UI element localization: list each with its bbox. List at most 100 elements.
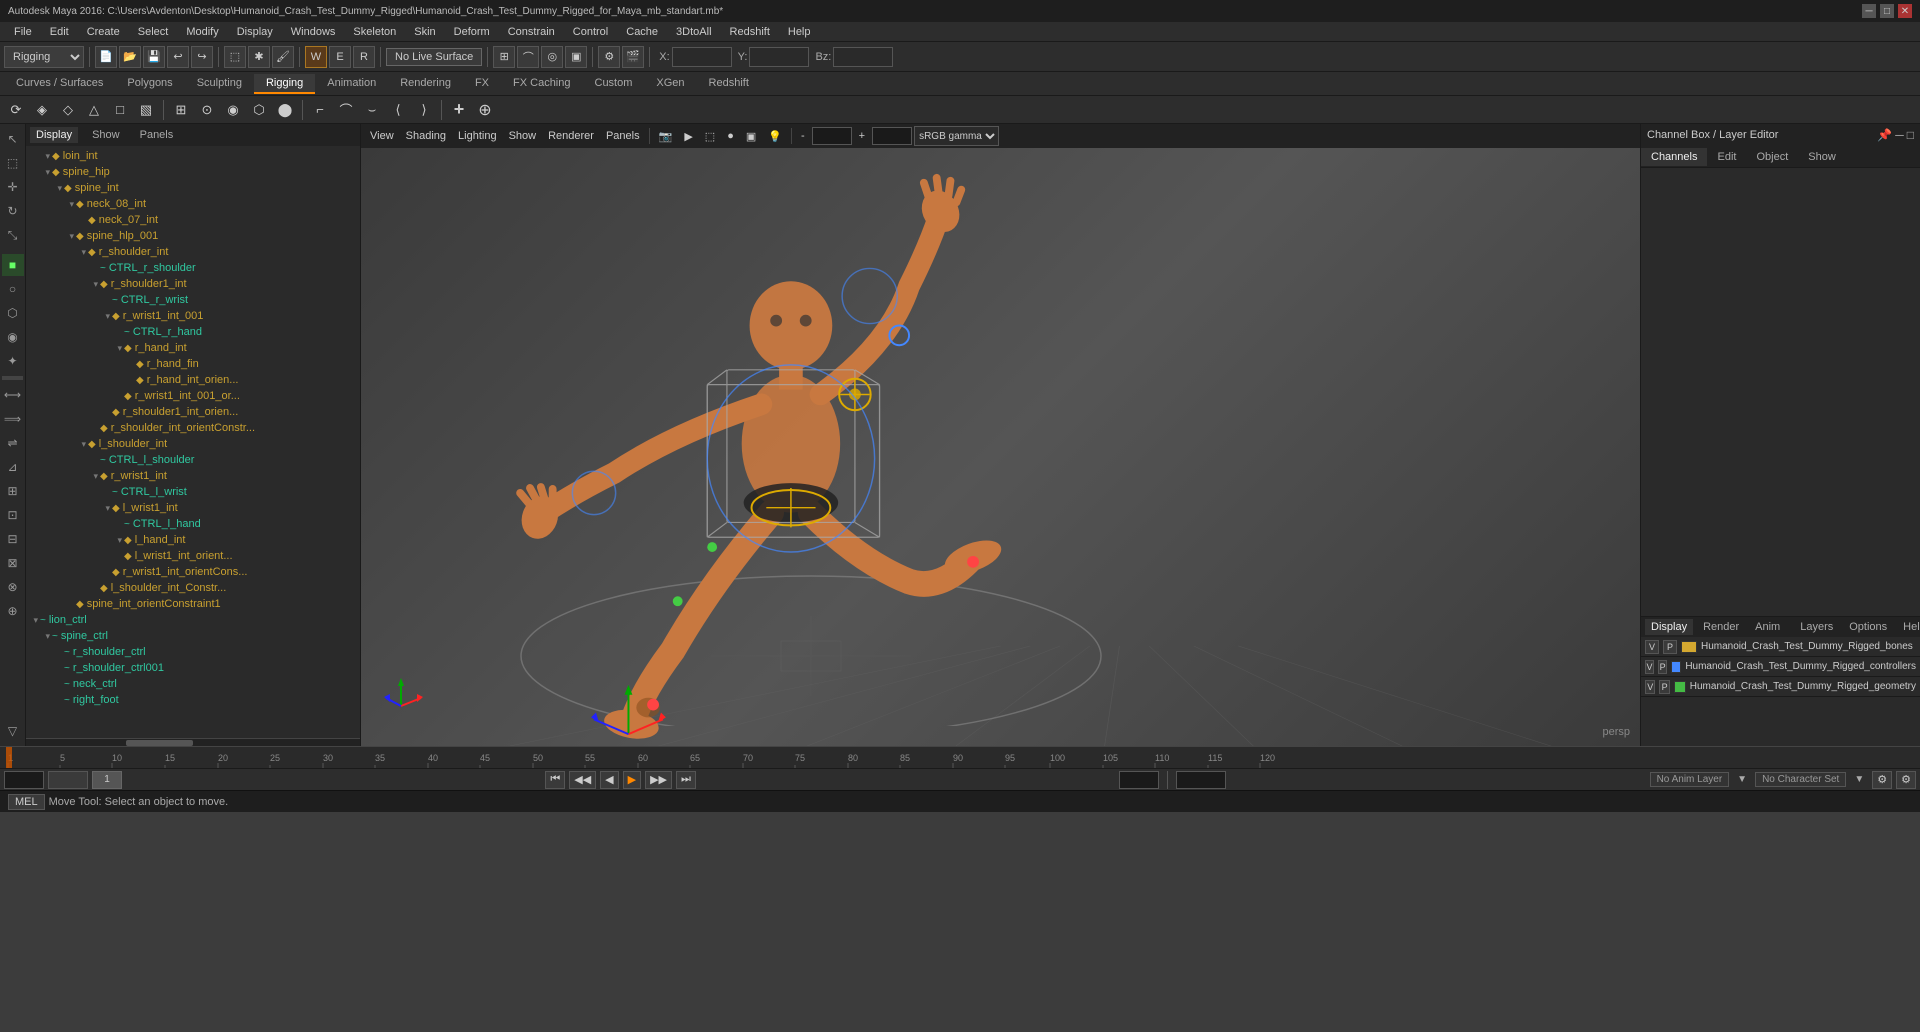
tree-item-30[interactable]: ▾~spine_ctrl xyxy=(26,628,360,644)
select-by-hierarchy-button[interactable]: ⟳ xyxy=(4,99,28,121)
vp-gamma-dropdown[interactable]: sRGB gamma xyxy=(914,126,999,146)
menu-control[interactable]: Control xyxy=(565,24,616,40)
object-tab[interactable]: Object xyxy=(1746,148,1798,166)
char-set-options-button[interactable]: ⚙ xyxy=(1872,771,1892,789)
menu-redshift[interactable]: Redshift xyxy=(722,24,778,40)
tree-item-32[interactable]: ~r_shoulder_ctrl001 xyxy=(26,660,360,676)
menu-file[interactable]: File xyxy=(6,24,40,40)
sidebar-tool-13[interactable]: ⊿ xyxy=(2,456,24,478)
snap-point-button[interactable]: ◎ xyxy=(541,46,563,68)
layer-v-bones[interactable]: V xyxy=(1645,640,1659,654)
tree-item-13[interactable]: ◆r_hand_fin xyxy=(26,356,360,372)
sidebar-tool-5[interactable]: ■ xyxy=(2,254,24,276)
help-option-tab[interactable]: Help xyxy=(1897,619,1920,635)
menu-modify[interactable]: Modify xyxy=(178,24,226,40)
layer-name-controllers[interactable]: Humanoid_Crash_Test_Dummy_Rigged_control… xyxy=(1685,661,1916,672)
layer-v-geometry[interactable]: V xyxy=(1645,680,1655,694)
tab-animation[interactable]: Animation xyxy=(315,74,388,94)
tree-item-18[interactable]: ▾◆l_shoulder_int xyxy=(26,436,360,452)
mode-dropdown[interactable]: Rigging xyxy=(4,46,84,68)
tree-item-23[interactable]: ~CTRL_l_hand xyxy=(26,516,360,532)
sidebar-scale-tool[interactable]: ⤡ xyxy=(2,224,24,246)
step-forward-button[interactable]: ▶▶ xyxy=(645,771,672,789)
tree-item-2[interactable]: ▾◆spine_int xyxy=(26,180,360,196)
options-option-tab[interactable]: Options xyxy=(1843,619,1893,635)
render-button[interactable]: ⚙ xyxy=(598,46,620,68)
channels-tab[interactable]: Channels xyxy=(1641,148,1707,166)
menu-skin[interactable]: Skin xyxy=(406,24,443,40)
play-back-button[interactable]: ◀ xyxy=(600,771,618,789)
menu-edit[interactable]: Edit xyxy=(42,24,77,40)
new-scene-button[interactable]: 📄 xyxy=(95,46,117,68)
extra-tool[interactable]: ⊕ xyxy=(473,99,497,121)
menu-3dtoall[interactable]: 3DtoAll xyxy=(668,24,719,40)
sidebar-tool-bottom[interactable]: ▽ xyxy=(2,720,24,742)
select-by-component-button[interactable]: ◈ xyxy=(30,99,54,121)
tab-sculpting[interactable]: Sculpting xyxy=(185,74,254,94)
tab-polygons[interactable]: Polygons xyxy=(115,74,184,94)
rotate-tool-button[interactable]: E xyxy=(329,46,351,68)
curve-tool-4[interactable]: ⟨ xyxy=(386,99,410,121)
no-live-surface-button[interactable]: No Live Surface xyxy=(386,48,482,66)
range-end-input[interactable] xyxy=(1176,771,1226,789)
tree-item-14[interactable]: ◆r_hand_int_orien... xyxy=(26,372,360,388)
show-tab[interactable]: Show xyxy=(1798,148,1846,166)
snap-surface-button[interactable]: ▣ xyxy=(565,46,587,68)
tree-item-11[interactable]: ~CTRL_r_hand xyxy=(26,324,360,340)
lasso-tool-button[interactable]: ✱ xyxy=(248,46,270,68)
end-frame-input[interactable]: 120 xyxy=(1119,771,1159,789)
vp-lighting-menu[interactable]: Lighting xyxy=(453,126,502,146)
sidebar-tool-15[interactable]: ⊡ xyxy=(2,504,24,526)
redo-button[interactable]: ↪ xyxy=(191,46,213,68)
tree-item-0[interactable]: ▾◆loin_int xyxy=(26,148,360,164)
minimize-button[interactable]: ─ xyxy=(1862,4,1876,18)
tree-item-12[interactable]: ▾◆r_hand_int xyxy=(26,340,360,356)
show-tab[interactable]: Show xyxy=(86,127,126,143)
tree-item-34[interactable]: ~right_foot xyxy=(26,692,360,708)
anim-layer-dropdown[interactable]: No Anim Layer xyxy=(1650,772,1730,787)
tab-rigging[interactable]: Rigging xyxy=(254,74,315,94)
viewport-canvas[interactable]: persp xyxy=(361,148,1640,746)
language-selector[interactable]: MEL xyxy=(8,794,45,810)
tree-item-29[interactable]: ▾~lion_ctrl xyxy=(26,612,360,628)
sidebar-tool-11[interactable]: ⟹ xyxy=(2,408,24,430)
snap-grid-button[interactable]: ⊞ xyxy=(493,46,515,68)
panels-tab[interactable]: Panels xyxy=(134,127,180,143)
menu-help[interactable]: Help xyxy=(780,24,819,40)
vp-exposure-plus[interactable]: + xyxy=(854,126,870,146)
display-options-button[interactable]: ⊙ xyxy=(195,99,219,121)
tree-item-21[interactable]: ~CTRL_l_wrist xyxy=(26,484,360,500)
vp-icon-light[interactable]: 💡 xyxy=(763,126,787,146)
vp-icon-smooth[interactable]: ● xyxy=(722,126,739,146)
tab-xgen[interactable]: XGen xyxy=(644,74,696,94)
play-forward-button[interactable]: ▶ xyxy=(623,771,641,789)
channel-box-minimize-button[interactable]: ─ xyxy=(1895,128,1904,142)
curve-tool-1[interactable]: ⌐ xyxy=(308,99,332,121)
tree-item-17[interactable]: ◆r_shoulder_int_orientConstr... xyxy=(26,420,360,436)
start-frame-input[interactable]: 1 xyxy=(4,771,44,789)
layer-p-bones[interactable]: P xyxy=(1663,640,1677,654)
paint-select-button[interactable]: 🖌 xyxy=(272,46,294,68)
curve-tool-2[interactable]: ⌒ xyxy=(334,99,358,121)
vp-panels-menu[interactable]: Panels xyxy=(601,126,645,146)
vp-gamma-value[interactable]: 1.00 xyxy=(872,127,912,145)
vp-icon-playback[interactable]: ▶ xyxy=(679,126,697,146)
sidebar-arrow-tool[interactable]: ↖ xyxy=(2,128,24,150)
sidebar-tool-6[interactable]: ○ xyxy=(2,278,24,300)
render-layers-tab[interactable]: Render xyxy=(1697,619,1745,635)
edit-tab[interactable]: Edit xyxy=(1707,148,1746,166)
menu-create[interactable]: Create xyxy=(79,24,128,40)
tab-rendering[interactable]: Rendering xyxy=(388,74,463,94)
sidebar-tool-16[interactable]: ⊟ xyxy=(2,528,24,550)
vp-icon-wireframe[interactable]: ⬚ xyxy=(700,126,720,146)
save-button[interactable]: 💾 xyxy=(143,46,165,68)
vp-show-menu[interactable]: Show xyxy=(504,126,542,146)
tree-item-31[interactable]: ~r_shoulder_ctrl xyxy=(26,644,360,660)
vp-exposure-value[interactable]: 0.00 xyxy=(812,127,852,145)
tab-curves-surfaces[interactable]: Curves / Surfaces xyxy=(4,74,115,94)
tree-item-28[interactable]: ◆spine_int_orientConstraint1 xyxy=(26,596,360,612)
current-frame-input[interactable]: 1 xyxy=(48,771,88,789)
tab-redshift[interactable]: Redshift xyxy=(697,74,761,94)
close-button[interactable]: ✕ xyxy=(1898,4,1912,18)
tree-item-1[interactable]: ▾◆spine_hip xyxy=(26,164,360,180)
